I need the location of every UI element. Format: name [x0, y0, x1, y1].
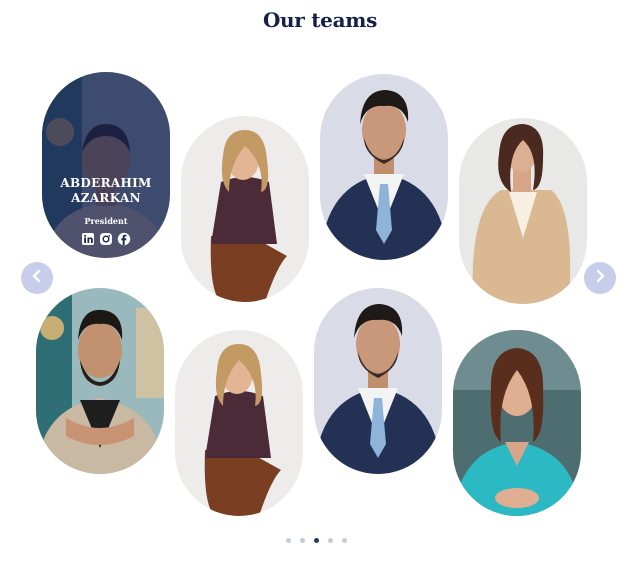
team-card[interactable]	[314, 288, 442, 474]
pagination-dot-active[interactable]	[314, 538, 319, 543]
member-photo	[36, 288, 164, 474]
team-card[interactable]	[181, 116, 309, 302]
social-links	[81, 232, 131, 246]
member-photo	[314, 288, 442, 474]
member-overlay: ABDERAHIM AZARKAN President	[42, 72, 170, 258]
pagination-dot[interactable]	[300, 538, 305, 543]
carousel-prev-button[interactable]	[21, 262, 53, 294]
member-photo	[175, 330, 303, 516]
linkedin-icon[interactable]	[81, 232, 95, 246]
member-photo	[453, 330, 581, 516]
member-photo	[459, 118, 587, 304]
team-card[interactable]	[175, 330, 303, 516]
facebook-icon[interactable]	[117, 232, 131, 246]
chevron-left-icon	[30, 269, 44, 288]
member-role: President	[84, 216, 128, 226]
instagram-icon[interactable]	[99, 232, 113, 246]
chevron-right-icon	[593, 269, 607, 288]
team-card-abderahim[interactable]: ABDERAHIM AZARKAN President	[42, 72, 170, 258]
section-title: Our teams	[262, 8, 378, 32]
pagination-dot[interactable]	[286, 538, 291, 543]
team-card[interactable]	[36, 288, 164, 474]
team-card[interactable]	[320, 74, 448, 260]
carousel-next-button[interactable]	[584, 262, 616, 294]
member-name: ABDERAHIM AZARKAN	[60, 176, 152, 205]
pagination-dot[interactable]	[342, 538, 347, 543]
carousel-pagination	[286, 538, 347, 543]
member-photo	[181, 116, 309, 302]
team-card[interactable]	[453, 330, 581, 516]
member-photo	[320, 74, 448, 260]
pagination-dot[interactable]	[328, 538, 333, 543]
team-card[interactable]	[459, 118, 587, 304]
